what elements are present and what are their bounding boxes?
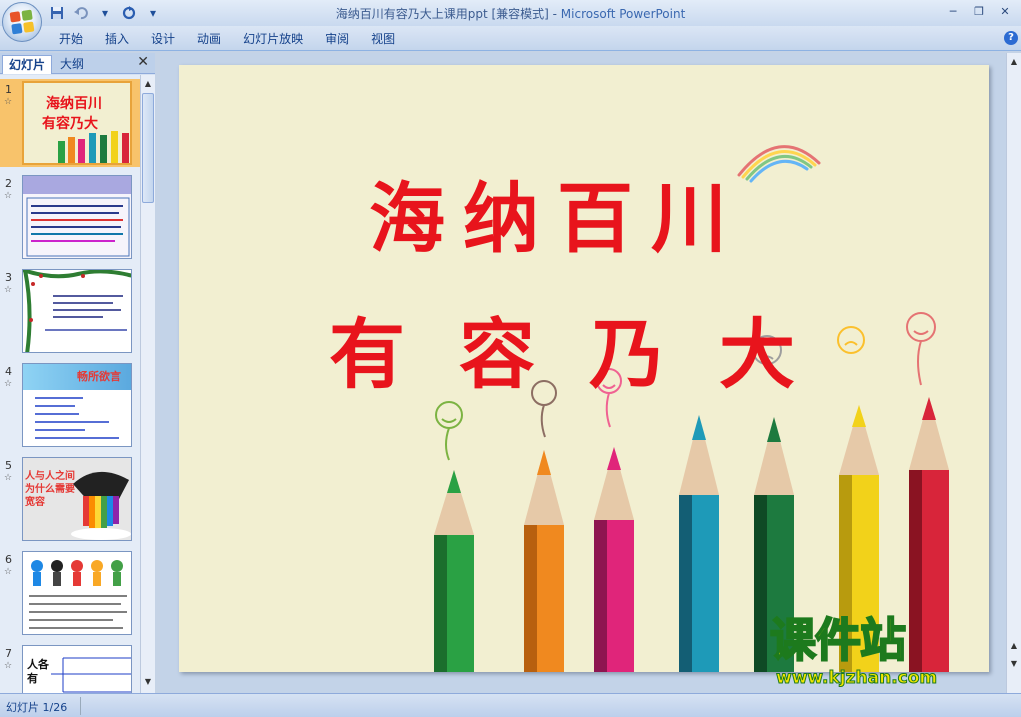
tab-animations[interactable]: 动画 — [186, 31, 232, 47]
help-icon[interactable]: ? — [1004, 31, 1018, 45]
thumb-mindmap — [51, 657, 131, 693]
window-controls: ─ ❐ ✕ — [941, 3, 1017, 19]
document-title: 海纳百川有容乃大上课用ppt [兼容模式] — [335, 7, 549, 21]
tab-slides[interactable]: 幻灯片 — [2, 55, 53, 74]
ribbon: 开始 插入 设计 动画 幻灯片放映 审阅 视图 ? — [0, 26, 1021, 51]
office-button[interactable] — [2, 2, 42, 42]
slide-thumb-row[interactable]: 5 ☆ 人与人之间为什么需要宽容 — [0, 455, 140, 543]
animation-star-icon: ☆ — [4, 473, 13, 483]
animation-star-icon: ☆ — [4, 379, 13, 389]
slide-thumb-row[interactable]: 6 ☆ — [0, 549, 140, 637]
tab-design[interactable]: 设计 — [140, 31, 186, 47]
slide-number: 3 — [5, 271, 12, 284]
slide-number: 7 — [5, 647, 12, 660]
slide-thumbnail-list: 1 ☆ 海纳百川 有容乃大 2 ☆ 3 ☆ 4 ☆ 畅所欲言 5 ☆ 人与人之间… — [0, 75, 140, 693]
slide-number: 4 — [5, 365, 12, 378]
tab-home[interactable]: 开始 — [48, 31, 94, 47]
animation-star-icon: ☆ — [4, 97, 13, 107]
slide-number: 5 — [5, 459, 12, 472]
animation-star-icon: ☆ — [4, 661, 13, 671]
thumb-mascots — [29, 560, 127, 629]
editor-scrollbar[interactable]: ▲ ▲ ▼ — [1006, 53, 1021, 693]
tab-slideshow[interactable]: 幻灯片放映 — [232, 31, 314, 47]
current-slide[interactable]: 海纳百川 有容乃大 — [179, 65, 989, 672]
slides-pane: 幻灯片 大纲 ✕ 1 ☆ 海纳百川 有容乃大 2 ☆ 3 ☆ 4 ☆ 畅所欲言 … — [0, 53, 155, 693]
close-pane-icon[interactable]: ✕ — [137, 54, 149, 70]
slide-thumb-row[interactable]: 4 ☆ 畅所欲言 — [0, 361, 140, 449]
pane-tabs: 幻灯片 大纲 ✕ — [0, 53, 155, 74]
ribbon-tabs: 开始 插入 设计 动画 幻灯片放映 审阅 视图 — [48, 31, 406, 47]
tab-view[interactable]: 视图 — [360, 31, 406, 47]
watermark-brand: 课件站 — [769, 612, 907, 668]
slide-thumb-row[interactable]: 1 ☆ 海纳百川 有容乃大 — [0, 79, 140, 167]
thumb-header: 畅所欲言 — [77, 370, 121, 383]
thumb-bullet-lines — [35, 397, 119, 439]
slide-editor: 海纳百川 有容乃大 — [160, 53, 1006, 693]
slides-pane-scrollbar[interactable]: ▲ ▼ — [140, 75, 155, 693]
slide-thumbnail[interactable]: 畅所欲言 — [22, 363, 132, 447]
slide-title-line2: 有容乃大 — [329, 310, 849, 399]
rainbow-icon — [737, 145, 821, 183]
animation-star-icon: ☆ — [4, 191, 13, 201]
slide-thumbnail[interactable]: 人与人之间为什么需要宽容 — [22, 457, 132, 541]
thumb-text-lines — [26, 197, 130, 257]
close-icon[interactable]: ✕ — [993, 3, 1017, 19]
watermark: 课件站 www.kjzhan.com — [769, 612, 1020, 692]
scroll-up-icon[interactable]: ▲ — [1008, 55, 1020, 69]
slide-thumbnail[interactable]: 海纳百川 有容乃大 — [22, 81, 132, 165]
restore-icon[interactable]: ❐ — [967, 3, 991, 19]
scroll-down-icon[interactable]: ▼ — [142, 675, 154, 689]
powerpoint-window: ▾ ▾ 海纳百川有容乃大上课用ppt [兼容模式] - Microsoft Po… — [0, 0, 1021, 717]
scroll-thumb[interactable] — [142, 93, 154, 203]
slide-number: 2 — [5, 177, 12, 190]
status-bar: 幻灯片 1/26 — [0, 693, 1021, 717]
slide-thumb-row[interactable]: 7 ☆ 人各有 — [0, 643, 140, 693]
slide-thumb-row[interactable]: 3 ☆ — [0, 267, 140, 355]
app-name: Microsoft PowerPoint — [560, 7, 686, 21]
tab-review[interactable]: 审阅 — [314, 31, 360, 47]
tab-outline[interactable]: 大纲 — [54, 55, 90, 74]
title-separator: - — [548, 7, 561, 21]
window-title: 海纳百川有容乃大上课用ppt [兼容模式] - Microsoft PowerP… — [0, 5, 1021, 22]
thumb-holly-decor — [23, 270, 131, 352]
slide-number: 1 — [5, 83, 12, 96]
title-bar: ▾ ▾ 海纳百川有容乃大上课用ppt [兼容模式] - Microsoft Po… — [0, 0, 1021, 26]
thumb-pencils — [58, 131, 129, 163]
slide-counter: 幻灯片 1/26 — [6, 701, 68, 714]
slide-number: 6 — [5, 553, 12, 566]
slide-thumbnail[interactable]: 人各有 — [22, 645, 132, 693]
thumb-umbrella — [71, 471, 131, 540]
status-divider — [80, 697, 81, 715]
tab-insert[interactable]: 插入 — [94, 31, 140, 47]
animation-star-icon: ☆ — [4, 567, 13, 577]
animation-star-icon: ☆ — [4, 285, 13, 295]
office-logo-icon — [9, 9, 35, 35]
thumb-title-line1: 海纳百川 — [46, 96, 102, 112]
minimize-icon[interactable]: ─ — [941, 3, 965, 19]
slide-thumbnail[interactable] — [22, 175, 132, 259]
slide-thumb-row[interactable]: 2 ☆ — [0, 173, 140, 261]
scroll-up-icon[interactable]: ▲ — [142, 77, 154, 91]
thumb-heading: 人各有 — [27, 658, 49, 685]
slide-thumbnail[interactable] — [22, 551, 132, 635]
watermark-url: www.kjzhan.com — [775, 668, 938, 689]
slide-title-line1: 海纳百川 — [369, 174, 745, 263]
slide-thumbnail[interactable] — [22, 269, 132, 353]
